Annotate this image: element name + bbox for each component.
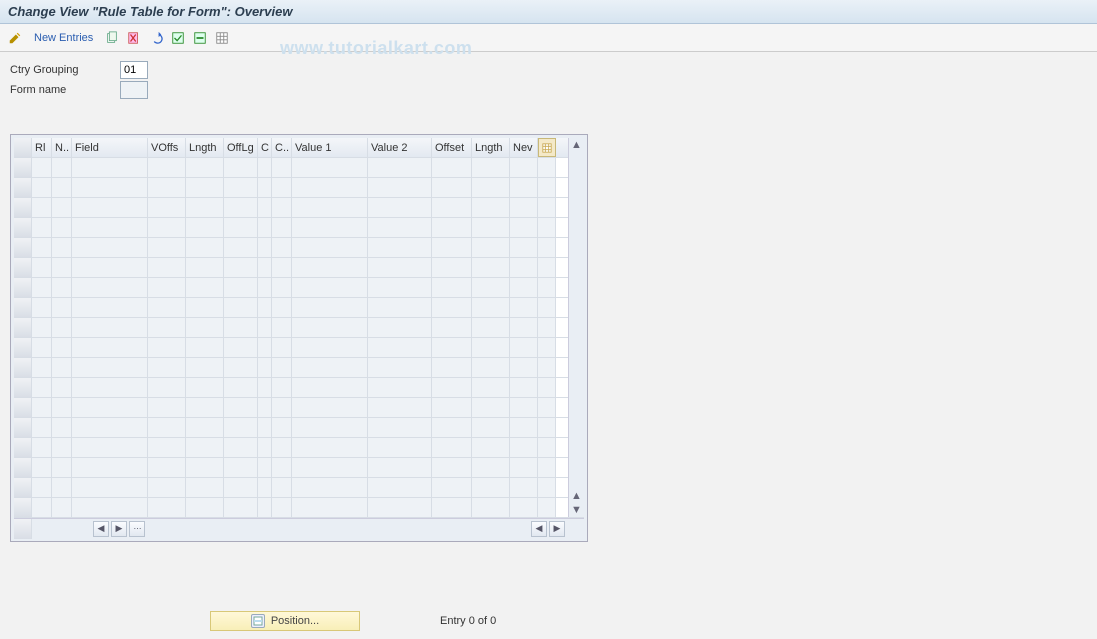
col-n[interactable]: N.. (52, 138, 72, 157)
table-row[interactable] (14, 438, 584, 458)
scroll-left-icon[interactable]: ◀ (93, 521, 109, 537)
selection-form: Ctry Grouping Form name (0, 52, 1097, 104)
entry-status: Entry 0 of 0 (440, 615, 496, 627)
col-value2[interactable]: Value 2 (368, 138, 432, 157)
title-bar: Change View "Rule Table for Form": Overv… (0, 0, 1097, 24)
table-row[interactable] (14, 458, 584, 478)
position-button[interactable]: Position... (210, 611, 360, 631)
col-c2[interactable]: C.. (272, 138, 292, 157)
select-all-icon[interactable] (169, 29, 187, 47)
scroll-down-icon[interactable]: ▼ (570, 503, 584, 517)
change-icon[interactable] (6, 29, 24, 47)
ctry-grouping-input[interactable] (120, 61, 148, 79)
scroll-select-icon[interactable]: ⋯ (129, 521, 145, 537)
horizontal-scroll: ◀ ▶ ⋯ ◀ ▶ (14, 518, 584, 538)
table-row[interactable] (14, 338, 584, 358)
delete-icon[interactable] (125, 29, 143, 47)
rule-table: Rl N.. Field VOffs Lngth OffLg C C.. Val… (10, 134, 588, 542)
table-settings-icon[interactable] (213, 29, 231, 47)
new-entries-button[interactable]: New Entries (28, 32, 99, 44)
table-row[interactable] (14, 278, 584, 298)
hscroll-corner (14, 519, 32, 539)
table-row[interactable] (14, 178, 584, 198)
table-row[interactable] (14, 318, 584, 338)
page-title: Change View "Rule Table for Form": Overv… (8, 4, 292, 19)
vertical-scroll[interactable]: ▲ ▲ ▼ (568, 138, 584, 517)
deselect-all-icon[interactable] (191, 29, 209, 47)
table-header: Rl N.. Field VOffs Lngth OffLg C C.. Val… (14, 138, 584, 158)
select-all-cell[interactable] (14, 138, 32, 157)
form-name-label: Form name (10, 84, 120, 96)
col-lngth2[interactable]: Lngth (472, 138, 510, 157)
table-row[interactable] (14, 418, 584, 438)
copy-icon[interactable] (103, 29, 121, 47)
col-voffs[interactable]: VOffs (148, 138, 186, 157)
table-row[interactable] (14, 198, 584, 218)
configure-columns-icon[interactable] (538, 138, 556, 157)
scroll-up-icon[interactable]: ▲ (570, 138, 584, 152)
col-new[interactable]: Nev (510, 138, 538, 157)
form-name-input[interactable] (120, 81, 148, 99)
table-row[interactable] (14, 238, 584, 258)
col-rl[interactable]: Rl (32, 138, 52, 157)
table-row[interactable] (14, 158, 584, 178)
col-offlg[interactable]: OffLg (224, 138, 258, 157)
table-row[interactable] (14, 358, 584, 378)
col-field[interactable]: Field (72, 138, 148, 157)
table-row[interactable] (14, 498, 584, 518)
col-offset[interactable]: Offset (432, 138, 472, 157)
table-row[interactable] (14, 378, 584, 398)
col-lngth[interactable]: Lngth (186, 138, 224, 157)
table-row[interactable] (14, 218, 584, 238)
table-row[interactable] (14, 298, 584, 318)
position-label: Position... (271, 615, 319, 627)
table-row[interactable] (14, 398, 584, 418)
table-row[interactable] (14, 258, 584, 278)
footer: Position... Entry 0 of 0 (0, 609, 1097, 633)
table-row[interactable] (14, 478, 584, 498)
toolbar: New Entries (0, 24, 1097, 52)
scroll-right-icon[interactable]: ▶ (111, 521, 127, 537)
col-value1[interactable]: Value 1 (292, 138, 368, 157)
position-icon (251, 614, 265, 628)
col-c1[interactable]: C (258, 138, 272, 157)
scroll-down-top-icon[interactable]: ▲ (570, 489, 584, 503)
undo-icon[interactable] (147, 29, 165, 47)
scroll-right2-icon[interactable]: ▶ (549, 521, 565, 537)
ctry-grouping-label: Ctry Grouping (10, 64, 120, 76)
scroll-left2-icon[interactable]: ◀ (531, 521, 547, 537)
